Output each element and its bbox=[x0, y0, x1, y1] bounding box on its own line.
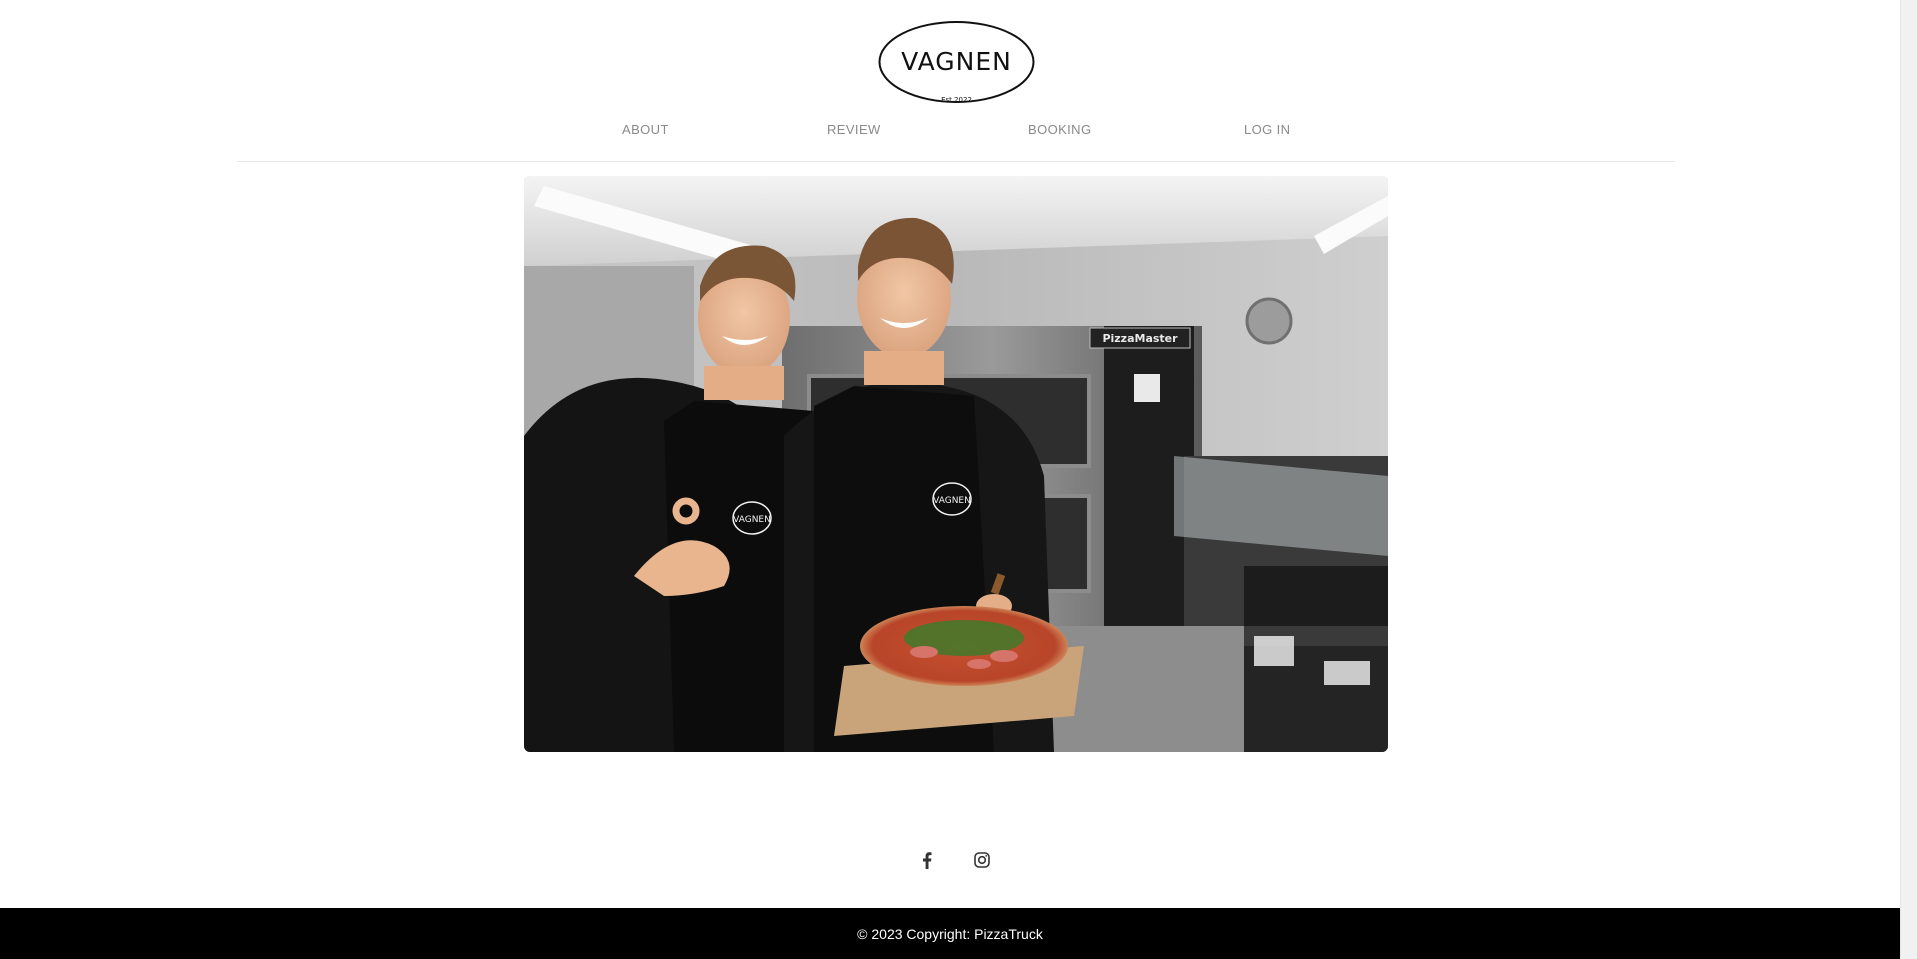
instagram-icon[interactable] bbox=[970, 848, 994, 872]
oven-brand-label: PizzaMaster bbox=[1102, 332, 1178, 345]
site-footer: © 2023 Copyright: PizzaTruck bbox=[0, 908, 1900, 959]
sink-basin bbox=[1244, 566, 1388, 626]
cup-one bbox=[1254, 636, 1294, 666]
brand-logo[interactable]: VAGNEN Est 2022 bbox=[876, 18, 1037, 106]
logo-wordmark: VAGNEN bbox=[901, 47, 1012, 76]
header-divider bbox=[237, 161, 1675, 162]
apron-logo-left: VAGNEN bbox=[733, 515, 771, 525]
hero-image: PizzaMaster VAGNEN VAGNEN bbox=[524, 176, 1388, 752]
nav-link-booking[interactable]: BOOKING bbox=[1028, 122, 1091, 137]
wall-vent bbox=[1245, 297, 1293, 345]
facebook-icon[interactable] bbox=[915, 848, 939, 872]
page-scrollbar[interactable] bbox=[1900, 0, 1917, 959]
nav-link-login[interactable]: LOG IN bbox=[1244, 122, 1290, 137]
footer-copyright: © 2023 Copyright: PizzaTruck bbox=[857, 925, 1043, 942]
logo-established: Est 2022 bbox=[941, 96, 972, 104]
nav-link-review[interactable]: REVIEW bbox=[827, 122, 881, 137]
nav-link-about[interactable]: ABOUT bbox=[622, 122, 669, 137]
apron-logo-right: VAGNEN bbox=[933, 496, 971, 506]
main-nav: ABOUT REVIEW BOOKING LOG IN bbox=[0, 122, 1900, 142]
oven-gauge bbox=[1134, 374, 1160, 402]
cup-two bbox=[1324, 661, 1370, 685]
